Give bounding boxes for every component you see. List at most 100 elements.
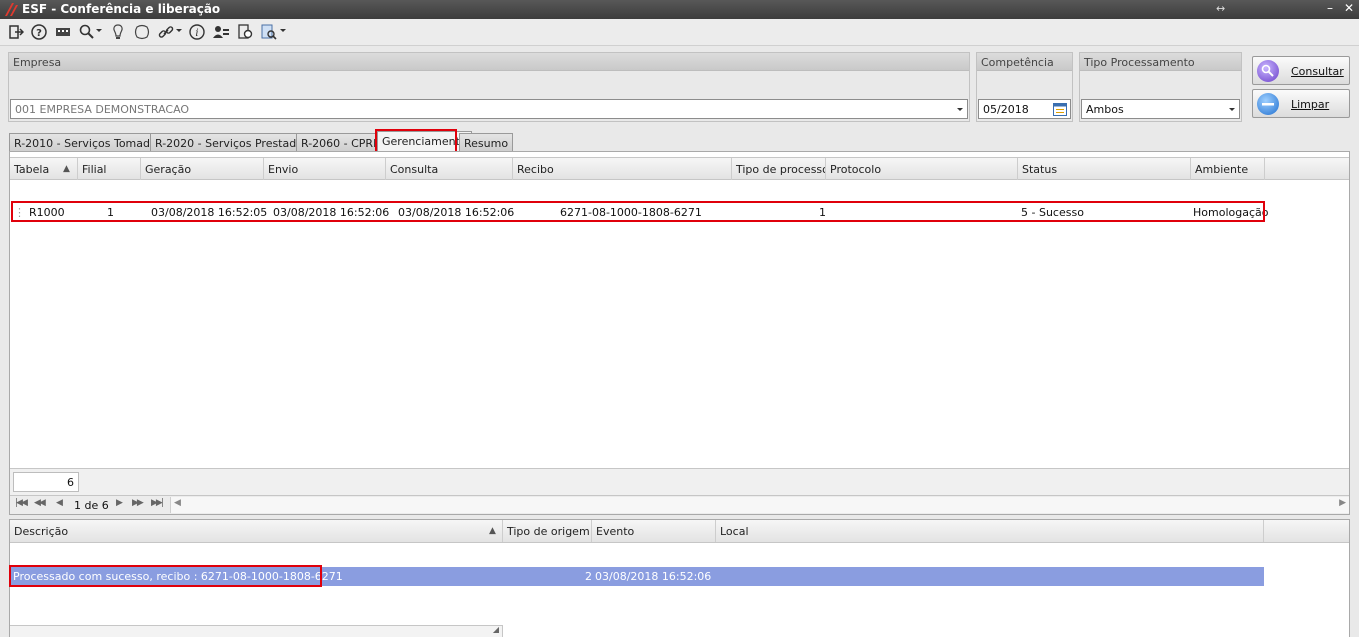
cell-descricao: Processado com sucesso, recibo : 6271-08…: [13, 570, 343, 583]
notes-icon[interactable]: [134, 24, 150, 40]
svg-text:?: ?: [36, 28, 42, 39]
chevron-down-icon: [957, 108, 963, 111]
consultar-label: Consultar: [1291, 65, 1344, 78]
report-search-icon[interactable]: [261, 24, 277, 40]
cell-ambiente: Homologação: [1193, 206, 1269, 219]
col-descricao[interactable]: Descrição: [10, 520, 503, 542]
cell-consulta: 03/08/2018 16:52:06: [398, 206, 515, 219]
title-bar: ESF - Conferência e liberação ↔ – ✕: [0, 0, 1359, 19]
grid-footer: 6: [10, 468, 1349, 495]
tab-r2060[interactable]: R-2060 - CPRB: [296, 133, 386, 151]
tipo-processamento-label: Tipo Processamento: [1080, 53, 1241, 71]
cell-tabela: R1000: [29, 206, 65, 219]
cell-status: 5 - Sucesso: [1021, 206, 1084, 219]
list-item[interactable]: Processado com sucesso, recibo : 6271-08…: [10, 567, 1264, 586]
col-envio[interactable]: Envio: [264, 158, 386, 180]
col-recibo[interactable]: Recibo: [513, 158, 732, 180]
col-local[interactable]: Local: [716, 520, 1264, 542]
sort-asc-icon: ▲: [489, 526, 496, 536]
scroll-right-icon[interactable]: ▶: [1339, 498, 1346, 508]
search-dropdown-icon[interactable]: [96, 29, 102, 32]
minimize-icon[interactable]: –: [1327, 1, 1333, 15]
cell-envio: 03/08/2018 16:52:06: [273, 206, 390, 219]
competencia-label: Competência: [977, 53, 1072, 71]
limpar-button[interactable]: Limpar: [1252, 89, 1350, 118]
cell-tipo-processo: 1: [819, 206, 826, 219]
window-title: ESF - Conferência e liberação: [22, 2, 221, 16]
gerenciamento-grid: Tabela ▲ Filial Geração Envio Consulta R…: [9, 151, 1350, 515]
col-descricao-label: Descrição: [14, 525, 69, 538]
user-card-icon[interactable]: [213, 24, 229, 40]
pager: |◀◀ ◀◀ ◀ 1 de 6 ▶ ▶▶ ▶▶| ◀ ▶: [10, 495, 1349, 514]
tab-resumo[interactable]: Resumo: [459, 133, 514, 151]
next-page-icon[interactable]: ▶: [116, 498, 123, 508]
tipo-processamento-panel: Tipo Processamento Ambos: [1079, 52, 1242, 122]
cell-filial: 1: [107, 206, 114, 219]
col-status[interactable]: Status: [1018, 158, 1191, 180]
cell-tipo-origem: 2: [585, 570, 592, 583]
calendar-icon[interactable]: [1053, 102, 1067, 116]
details-header: Descrição ▲ Tipo de origem Evento Local: [10, 520, 1349, 543]
tipo-processamento-combo[interactable]: Ambos: [1081, 99, 1240, 119]
col-geracao[interactable]: Geração: [141, 158, 264, 180]
report-dropdown-icon[interactable]: [280, 29, 286, 32]
page-indicator: 1 de 6: [74, 499, 109, 512]
search-icon[interactable]: [79, 24, 95, 40]
tab-r2020[interactable]: R-2020 - Serviços Prestados: [150, 133, 314, 151]
competencia-panel: Competência 05/2018: [976, 52, 1073, 122]
resize-icon[interactable]: ↔: [1216, 2, 1225, 15]
row-indicator-icon: ⋮: [14, 206, 25, 219]
link-icon[interactable]: [158, 24, 174, 40]
sort-asc-icon: ▲: [63, 164, 70, 174]
competencia-value: 05/2018: [983, 103, 1029, 116]
col-tipo-origem[interactable]: Tipo de origem: [503, 520, 592, 542]
col-consulta[interactable]: Consulta: [386, 158, 513, 180]
record-count: 6: [13, 472, 79, 492]
col-tipo-processo[interactable]: Tipo de processo: [732, 158, 826, 180]
lightbulb-icon[interactable]: [110, 24, 126, 40]
col-evento[interactable]: Evento: [592, 520, 716, 542]
cell-geracao: 03/08/2018 16:52:05: [151, 206, 268, 219]
tipo-processamento-value: Ambos: [1086, 103, 1124, 116]
keyboard-icon[interactable]: [55, 24, 71, 40]
grid-header: Tabela ▲ Filial Geração Envio Consulta R…: [10, 157, 1349, 180]
exit-icon[interactable]: [8, 24, 24, 40]
help-icon[interactable]: ?: [31, 24, 47, 40]
competencia-date-field[interactable]: 05/2018: [978, 99, 1071, 119]
document-settings-icon[interactable]: [237, 24, 253, 40]
tab-r2010[interactable]: R-2010 - Serviços Tomados: [9, 133, 168, 151]
app-logo-icon: [5, 3, 18, 16]
empresa-combo[interactable]: 001 EMPRESA DEMONSTRACAO: [10, 99, 968, 119]
details-footer: ◢: [10, 625, 503, 637]
consultar-button[interactable]: Consultar: [1252, 56, 1350, 85]
details-grid: Descrição ▲ Tipo de origem Evento Local …: [9, 519, 1350, 637]
scroll-left-icon[interactable]: ◀: [174, 498, 181, 508]
clear-icon: [1257, 93, 1279, 115]
col-ambiente[interactable]: Ambiente: [1191, 158, 1265, 180]
link-dropdown-icon[interactable]: [176, 29, 182, 32]
empresa-panel: Empresa 001 EMPRESA DEMONSTRACAO: [8, 52, 970, 122]
horizontal-scrollbar[interactable]: ◀ ▶: [170, 497, 1349, 513]
col-tabela-label: Tabela: [14, 163, 50, 176]
cell-recibo: 6271-08-1000-1808-6271: [560, 206, 702, 219]
first-page-icon[interactable]: |◀◀: [15, 498, 28, 508]
tab-gerenciamento[interactable]: Gerenciamento: [377, 131, 472, 151]
info-icon[interactable]: i: [189, 24, 205, 40]
close-icon[interactable]: ✕: [1344, 1, 1354, 15]
chevron-down-icon: [1229, 108, 1235, 111]
toolbar: ? i: [0, 19, 1359, 46]
empresa-value: 001 EMPRESA DEMONSTRACAO: [15, 103, 190, 116]
last-page-icon[interactable]: ▶▶|: [151, 498, 164, 508]
table-row[interactable]: ⋮ R1000 1 03/08/2018 16:52:05 03/08/2018…: [10, 202, 1269, 222]
limpar-label: Limpar: [1291, 98, 1330, 111]
prev-block-icon[interactable]: ◀◀: [34, 498, 46, 508]
prev-page-icon[interactable]: ◀: [56, 498, 63, 508]
search-key-icon: [1257, 60, 1279, 82]
next-block-icon[interactable]: ▶▶: [132, 498, 144, 508]
col-protocolo[interactable]: Protocolo: [826, 158, 1018, 180]
cell-evento: 03/08/2018 16:52:06: [595, 570, 712, 583]
col-filial[interactable]: Filial: [78, 158, 141, 180]
empresa-label: Empresa: [9, 53, 969, 71]
svg-text:i: i: [195, 28, 198, 39]
corner-arrow-icon[interactable]: ◢: [493, 625, 499, 634]
